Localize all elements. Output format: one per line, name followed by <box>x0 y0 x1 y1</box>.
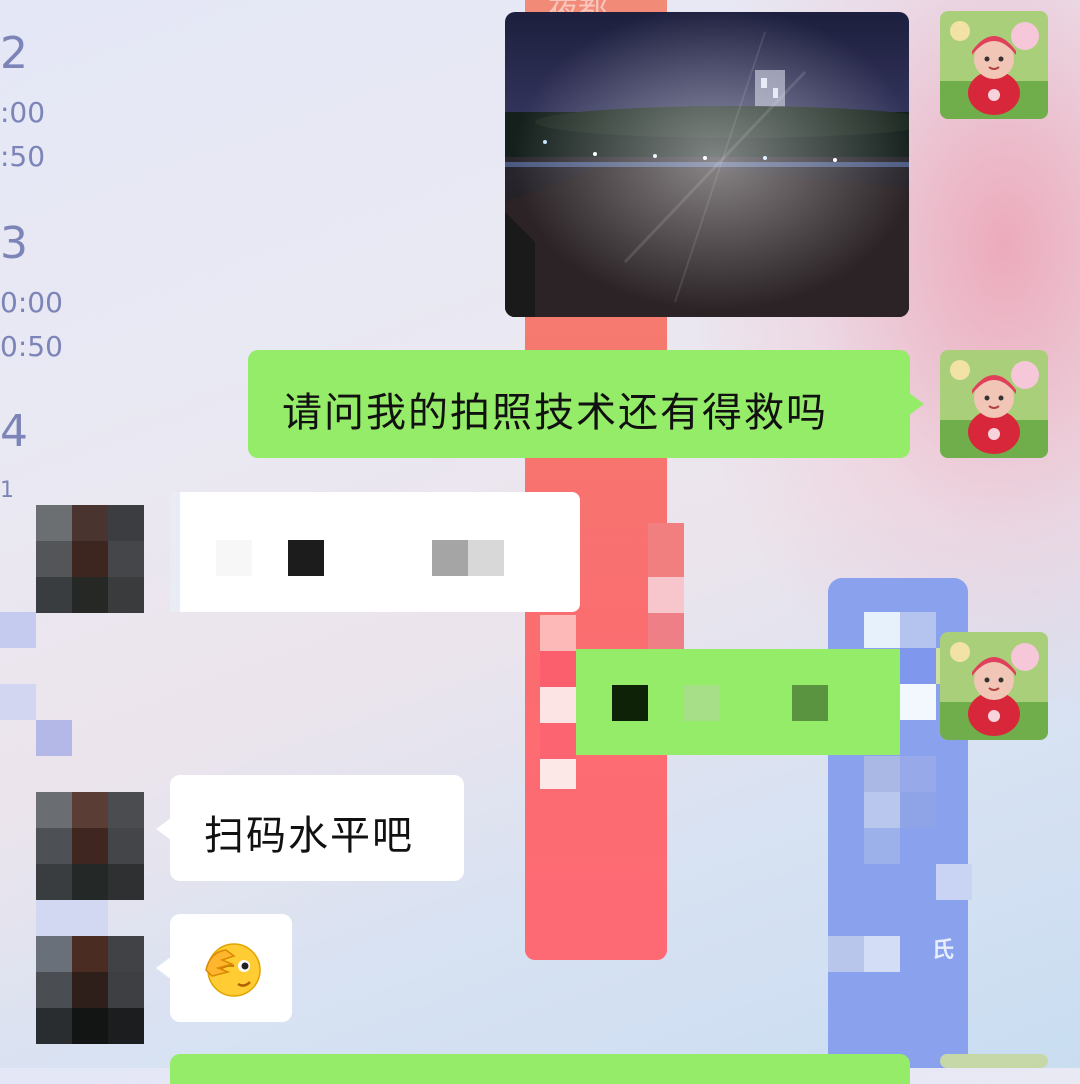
message-bubble-self[interactable]: 请问我的拍照技术还有得救吗 <box>248 350 924 458</box>
message-text: 请问我的拍照技术还有得救吗 <box>282 390 828 436</box>
mosaic-tile <box>216 540 252 576</box>
mosaic-tile <box>936 864 972 900</box>
mosaic-tile <box>864 936 900 972</box>
other-avatar[interactable] <box>36 505 144 613</box>
mosaic-tile <box>684 685 720 721</box>
mosaic-tile <box>828 936 864 972</box>
message-bubble-self-pixelated[interactable] <box>576 649 900 755</box>
mosaic-tile <box>432 540 468 576</box>
mosaic-tile <box>900 648 936 684</box>
self-avatar[interactable] <box>940 11 1048 119</box>
avatar-image <box>940 350 1048 458</box>
mosaic-tile <box>36 900 108 936</box>
mosaic-tile <box>540 759 576 789</box>
timetable-day: 3 <box>0 218 28 269</box>
mosaic-tile <box>540 651 576 687</box>
mosaic-tile <box>900 756 936 792</box>
message-bubble-other[interactable]: 扫码水平吧 <box>156 775 464 881</box>
other-avatar[interactable] <box>36 792 144 900</box>
mosaic-tile <box>612 685 648 721</box>
message-bubble-other-pixelated[interactable] <box>170 492 580 612</box>
mosaic-tile <box>900 792 936 828</box>
mosaic-tile <box>0 684 36 720</box>
mosaic-tile <box>864 792 900 828</box>
mosaic-tile <box>0 612 36 648</box>
mosaic-tile <box>540 615 576 651</box>
mosaic-tile <box>864 828 900 864</box>
timetable-time: :00 <box>0 96 46 129</box>
avatar-image <box>940 1054 1048 1068</box>
timetable-time: 0:50 <box>0 330 63 363</box>
timetable-time: :50 <box>0 140 46 173</box>
timetable-day: 2 <box>0 28 28 79</box>
mosaic-tile <box>900 612 936 648</box>
mosaic-tile <box>648 577 684 613</box>
avatar-image <box>940 632 1048 740</box>
other-avatar[interactable] <box>36 936 144 1044</box>
background-blue-mark: 氏 <box>932 938 955 963</box>
mosaic-tile <box>900 684 936 720</box>
timetable-day: 4 <box>0 406 28 457</box>
mosaic-tile <box>288 540 324 576</box>
timetable-time: 1 <box>0 478 14 503</box>
mosaic-tile <box>540 687 576 723</box>
self-avatar[interactable] <box>940 632 1048 740</box>
face-peeking-emoji-icon <box>205 943 261 997</box>
self-avatar[interactable] <box>940 1054 1048 1068</box>
mosaic-tile <box>36 720 72 756</box>
self-avatar[interactable] <box>940 350 1048 458</box>
message-text: 扫码水平吧 <box>204 813 414 859</box>
message-bubble-self-partial[interactable] <box>170 1054 910 1084</box>
mosaic-tile <box>864 612 900 648</box>
mosaic-tile <box>540 723 576 759</box>
avatar-image <box>940 11 1048 119</box>
mosaic-tile <box>792 685 828 721</box>
mosaic-tile <box>864 756 900 792</box>
night-photo <box>505 12 909 317</box>
message-image[interactable] <box>505 12 909 317</box>
timetable-time: 0:00 <box>0 286 63 319</box>
mosaic-tile <box>648 523 684 577</box>
mosaic-tile <box>648 613 684 649</box>
message-bubble-other-emoji[interactable] <box>156 914 292 1022</box>
mosaic-tile <box>468 540 504 576</box>
mosaic-edge <box>170 492 180 612</box>
